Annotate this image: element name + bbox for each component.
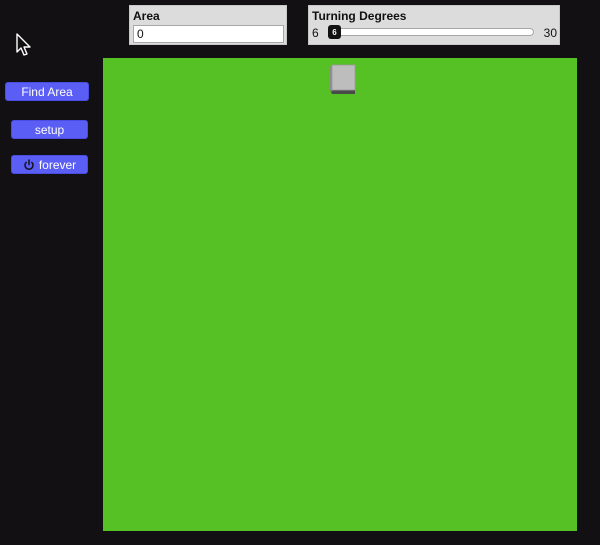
slider-label: Turning Degrees: [312, 9, 407, 23]
slider-min: 6: [312, 26, 319, 40]
find-area-button-label: Find Area: [21, 84, 73, 99]
forever-button-label: forever: [38, 157, 77, 172]
world-view[interactable]: [103, 58, 577, 531]
area-monitor-value: 0: [133, 25, 284, 43]
area-monitor: Area 0: [129, 5, 287, 45]
netlogo-interface: Find Area setup forever Area 0 Turning D…: [0, 0, 600, 545]
slider-max: 30: [543, 26, 557, 40]
cursor-icon: [16, 33, 31, 56]
setup-button[interactable]: setup: [11, 120, 88, 139]
forever-icon: [24, 158, 34, 170]
turtle-box-icon: [330, 64, 356, 94]
setup-button-label: setup: [34, 122, 65, 137]
forever-button[interactable]: forever: [11, 155, 88, 174]
area-monitor-label: Area: [133, 9, 160, 23]
slider-track[interactable]: [328, 28, 534, 36]
slider-thumb[interactable]: 6: [328, 25, 341, 39]
find-area-button[interactable]: Find Area: [5, 82, 89, 101]
turning-degrees-slider[interactable]: Turning Degrees 6 6 30: [308, 5, 560, 45]
